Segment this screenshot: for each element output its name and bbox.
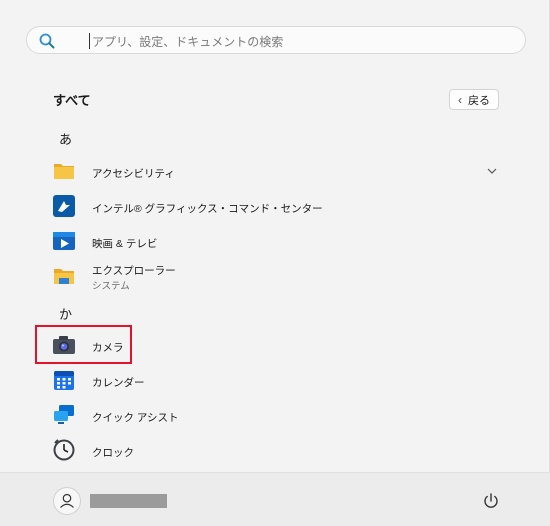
search-placeholder[interactable]: アプリ、設定、ドキュメントの検索	[92, 33, 283, 50]
app-label: クイック アシスト	[92, 412, 179, 424]
app-item-calendar[interactable]: カレンダー	[40, 363, 510, 397]
intel-graphics-icon	[53, 195, 75, 217]
app-item-clock[interactable]: クロック	[40, 433, 510, 467]
app-item-intel-graphics[interactable]: インテル® グラフィックス・コマンド・センター	[40, 189, 510, 223]
highlight-box	[35, 325, 132, 364]
app-item-quick-assist[interactable]: クイック アシスト	[40, 398, 510, 432]
clock-icon	[53, 439, 75, 461]
file-explorer-icon	[54, 269, 74, 284]
app-item-file-explorer[interactable]: エクスプローラー システム	[40, 259, 510, 293]
app-item-movies-tv[interactable]: 映画 & テレビ	[40, 224, 510, 258]
group-header-a[interactable]: あ	[59, 129, 72, 148]
username-redacted[interactable]	[90, 494, 167, 508]
app-label: クロック	[92, 447, 134, 459]
movies-tv-icon	[53, 232, 75, 250]
back-button[interactable]: ‹ 戻る	[449, 89, 499, 110]
app-label: カレンダー	[92, 377, 145, 389]
app-label: インテル® グラフィックス・コマンド・センター	[92, 203, 323, 215]
back-button-label: 戻る	[468, 94, 490, 107]
all-apps-title: すべて	[53, 93, 91, 108]
app-sublabel: システム	[92, 281, 130, 292]
chevron-down-icon[interactable]	[486, 165, 498, 177]
power-icon[interactable]	[482, 492, 500, 510]
user-avatar-icon[interactable]	[53, 487, 81, 515]
folder-icon	[54, 164, 74, 179]
start-menu-panel: アプリ、設定、ドキュメントの検索 すべて ‹ 戻る あ アクセシビリティ インテ…	[0, 0, 550, 472]
app-label: エクスプローラー	[92, 265, 176, 277]
calendar-icon	[54, 371, 74, 390]
app-label: アクセシビリティ	[92, 168, 175, 180]
search-icon	[39, 33, 55, 49]
start-footer	[0, 472, 550, 526]
app-item-accessibility[interactable]: アクセシビリティ	[40, 154, 510, 188]
chevron-left-icon: ‹	[458, 92, 462, 107]
quick-assist-icon	[54, 405, 74, 424]
text-cursor	[89, 33, 90, 49]
app-label: 映画 & テレビ	[92, 238, 158, 250]
search-box[interactable]: アプリ、設定、ドキュメントの検索	[26, 26, 526, 54]
group-header-ka[interactable]: か	[59, 304, 72, 323]
